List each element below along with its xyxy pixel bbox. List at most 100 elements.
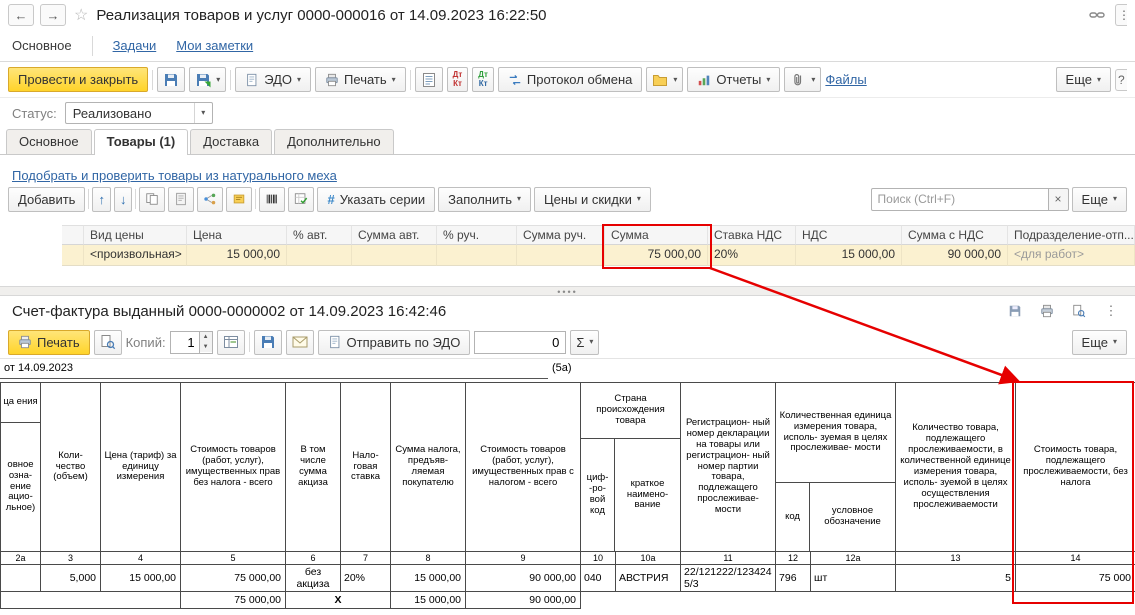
- invoice-total-label-cell[interactable]: [1, 592, 181, 609]
- more-dots-icon[interactable]: ⋮: [1099, 300, 1123, 322]
- invoice-cell-reg-number[interactable]: 22/121222/1234245/3: [681, 565, 776, 592]
- fur-check-link[interactable]: Подобрать и проверить товары из натураль…: [12, 168, 337, 183]
- send-email-button[interactable]: [286, 330, 314, 355]
- back-button[interactable]: ←: [8, 4, 34, 26]
- nav-item-notes[interactable]: Мои заметки: [176, 38, 253, 53]
- document-icon-button[interactable]: [168, 187, 194, 212]
- copy-row-button[interactable]: [139, 187, 165, 212]
- prices-discounts-button[interactable]: Цены и скидки ▾: [534, 187, 651, 212]
- invoice-cell-vat-rate[interactable]: 20%: [341, 565, 391, 592]
- cell-price-kind[interactable]: <произвольная>: [84, 245, 187, 266]
- invoice-cell-country-code[interactable]: 040: [581, 565, 616, 592]
- favorite-star-icon[interactable]: ☆: [74, 5, 88, 25]
- send-edo-button[interactable]: Отправить по ЭДО: [318, 330, 471, 355]
- edit-selected-button[interactable]: [226, 187, 252, 212]
- forward-button[interactable]: →: [40, 4, 66, 26]
- invoice-print-button[interactable]: Печать: [8, 330, 90, 355]
- print-button[interactable]: Печать ▾: [315, 67, 406, 92]
- cell-pct-manual[interactable]: [437, 245, 517, 266]
- stepper-buttons[interactable]: ▲▼: [200, 331, 213, 354]
- move-down-button[interactable]: ↓: [114, 187, 133, 212]
- move-up-button[interactable]: ↑: [92, 187, 111, 212]
- invoice-cell-cost-with-vat[interactable]: 90 000,00: [466, 565, 581, 592]
- files-link[interactable]: Файлы: [825, 72, 866, 87]
- help-button[interactable]: ?: [1115, 69, 1127, 91]
- cell-vat[interactable]: 15 000,00: [796, 245, 902, 266]
- cell-sum-manual[interactable]: [517, 245, 605, 266]
- table-settings-button[interactable]: [217, 330, 245, 355]
- invoice-cell-vat-sum[interactable]: 15 000,00: [391, 565, 466, 592]
- cell-sum-with-vat[interactable]: 90 000,00: [902, 245, 1008, 266]
- attachments-button[interactable]: ▾: [784, 67, 821, 92]
- window-menu-button[interactable]: ⋮: [1115, 4, 1127, 26]
- reports-button[interactable]: Отчеты ▾: [687, 67, 780, 92]
- search-clear-button[interactable]: ×: [1049, 188, 1069, 211]
- search-input[interactable]: [871, 188, 1049, 211]
- posting-settings-button[interactable]: Дт Кт: [472, 67, 494, 92]
- invoice-cell-country-name[interactable]: АВСТРИЯ: [616, 565, 681, 592]
- show-postings-button[interactable]: Дт Кт: [447, 67, 469, 92]
- barcode-icon: [265, 192, 279, 206]
- cell-price[interactable]: 15 000,00: [187, 245, 287, 266]
- exchange-protocol-button[interactable]: Протокол обмена: [498, 67, 643, 92]
- row-marker[interactable]: [62, 245, 84, 266]
- invoice-total-x[interactable]: X: [286, 592, 391, 609]
- invoice-preview-button[interactable]: [94, 330, 122, 355]
- post-document-button[interactable]: ▾: [189, 67, 226, 92]
- invoice-cell-unit-cut[interactable]: [1, 565, 41, 592]
- save-icon[interactable]: [1003, 300, 1027, 322]
- preview-icon[interactable]: [1067, 300, 1091, 322]
- invoice-col-cost-with-vat: Стоимость товаров (работ, услуг), имущес…: [466, 383, 581, 552]
- status-select[interactable]: Реализовано ▾: [65, 102, 213, 124]
- cell-sum[interactable]: 75 000,00: [605, 245, 708, 266]
- cell-department[interactable]: <для работ>: [1008, 245, 1135, 266]
- fill-button[interactable]: Заполнить ▾: [438, 187, 531, 212]
- tab-extra[interactable]: Дополнительно: [274, 129, 394, 154]
- cell-pct-auto[interactable]: [287, 245, 352, 266]
- more-label: Еще: [1082, 335, 1108, 350]
- share-structure-button[interactable]: [197, 187, 223, 212]
- cell-vat-rate[interactable]: 20%: [708, 245, 796, 266]
- goods-more-button[interactable]: Еще ▾: [1072, 187, 1127, 212]
- nav-separator: [92, 36, 93, 56]
- set-series-button[interactable]: # Указать серии: [317, 187, 435, 212]
- barcode-button[interactable]: [259, 187, 285, 212]
- invoice-cell-trace-cost[interactable]: 75 000: [1016, 565, 1135, 592]
- tab-main[interactable]: Основное: [6, 129, 92, 154]
- sum-button[interactable]: Σ ▾: [570, 330, 599, 355]
- stepper-up-icon[interactable]: ▲: [200, 332, 212, 342]
- nav-item-main[interactable]: Основное: [12, 38, 72, 53]
- invoice-cell-trace-qty[interactable]: 5: [896, 565, 1016, 592]
- stepper-down-icon[interactable]: ▼: [200, 342, 212, 352]
- folder-button[interactable]: ▾: [646, 67, 683, 92]
- invoice-total-vat-sum[interactable]: 15 000,00: [391, 592, 466, 609]
- post-and-close-button[interactable]: Провести и закрыть: [8, 67, 148, 92]
- panel-splitter[interactable]: ••••: [0, 286, 1135, 296]
- invoice-more-button[interactable]: Еще ▾: [1072, 330, 1127, 355]
- invoice-col-number: 10а: [616, 552, 681, 565]
- invoice-cell-trace-unit-code[interactable]: 796: [776, 565, 811, 592]
- add-row-button[interactable]: Добавить: [8, 187, 85, 212]
- invoice-total-cost-with-vat[interactable]: 90 000,00: [466, 592, 581, 609]
- invoice-cell-price[interactable]: 15 000,00: [101, 565, 181, 592]
- print-icon[interactable]: [1035, 300, 1059, 322]
- invoice-cell-cost-no-vat[interactable]: 75 000,00: [181, 565, 286, 592]
- invoice-cell-excise[interactable]: без акциза: [286, 565, 341, 592]
- invoice-total-cost-no-vat[interactable]: 75 000,00: [181, 592, 286, 609]
- combo-dropdown-button[interactable]: ▾: [194, 103, 212, 123]
- invoice-cell-trace-unit-symbol[interactable]: шт: [811, 565, 896, 592]
- tab-delivery[interactable]: Доставка: [190, 129, 272, 154]
- tab-goods[interactable]: Товары (1): [94, 129, 189, 155]
- check-fill-button[interactable]: [288, 187, 314, 212]
- save-button[interactable]: [157, 67, 185, 92]
- edo-button[interactable]: ЭДО ▾: [235, 67, 311, 92]
- more-button[interactable]: Еще ▾: [1056, 67, 1111, 92]
- invoice-save-button[interactable]: [254, 330, 282, 355]
- nav-item-tasks[interactable]: Задачи: [113, 38, 157, 53]
- cell-sum-auto[interactable]: [352, 245, 437, 266]
- link-icon[interactable]: [1085, 4, 1109, 26]
- copies-input[interactable]: [170, 331, 200, 354]
- counter-field[interactable]: [474, 331, 566, 354]
- document-register-button[interactable]: [415, 67, 443, 92]
- invoice-cell-qty[interactable]: 5,000: [41, 565, 101, 592]
